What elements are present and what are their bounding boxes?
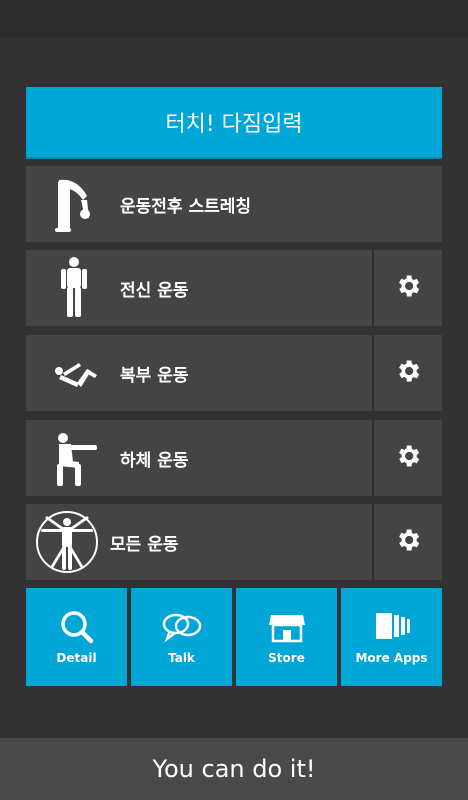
abs-settings-button[interactable] — [372, 335, 442, 411]
vitruvian-figure-icon — [34, 507, 100, 577]
menu-item-label: 전신 운동 — [120, 280, 189, 301]
standing-figure-icon — [44, 255, 104, 321]
lower-body-settings-button[interactable] — [372, 420, 442, 496]
stretching-figure-icon — [44, 171, 104, 237]
resolution-input-button[interactable]: 터치! 다짐입력 — [26, 87, 442, 159]
situp-figure-icon — [44, 340, 104, 406]
menu-item-label: 복부 운동 — [120, 365, 189, 386]
store-icon — [267, 609, 307, 649]
full-body-settings-button[interactable] — [372, 250, 442, 326]
footer-text: You can do it! — [152, 755, 316, 783]
status-bar — [0, 0, 468, 38]
more-apps-label: More Apps — [355, 651, 428, 665]
talk-button[interactable]: Talk — [131, 588, 232, 686]
store-label: Store — [268, 651, 305, 665]
gear-icon — [394, 357, 422, 389]
resolution-input-label: 터치! 다짐입력 — [165, 112, 303, 137]
menu-item-full-body[interactable]: 전신 운동 — [26, 250, 442, 326]
detail-label: Detail — [56, 651, 97, 665]
gear-icon — [394, 526, 422, 558]
menu-item-label: 모든 운동 — [110, 534, 179, 555]
menu-item-lower-body[interactable]: 하체 운동 — [26, 420, 442, 496]
bottom-tile-bar: Detail Talk Store More Apps — [26, 588, 442, 686]
motivation-footer: You can do it! — [0, 738, 468, 800]
magnifier-icon — [57, 609, 97, 649]
gear-icon — [394, 272, 422, 304]
menu-item-stretching[interactable]: 운동전후 스트레칭 — [26, 166, 442, 242]
squat-figure-icon — [44, 425, 104, 491]
menu-item-label: 운동전후 스트레칭 — [120, 196, 252, 217]
all-exercises-settings-button[interactable] — [372, 504, 442, 580]
speech-bubbles-icon — [160, 609, 204, 649]
menu-item-all-exercises[interactable]: 모든 운동 — [26, 504, 442, 580]
detail-button[interactable]: Detail — [26, 588, 127, 686]
store-button[interactable]: Store — [236, 588, 337, 686]
talk-label: Talk — [168, 651, 195, 665]
more-apps-button[interactable]: More Apps — [341, 588, 442, 686]
gear-icon — [394, 442, 422, 474]
menu-item-label: 하체 운동 — [120, 450, 189, 471]
stacked-cards-icon — [372, 609, 412, 649]
menu-item-abs[interactable]: 복부 운동 — [26, 335, 442, 411]
